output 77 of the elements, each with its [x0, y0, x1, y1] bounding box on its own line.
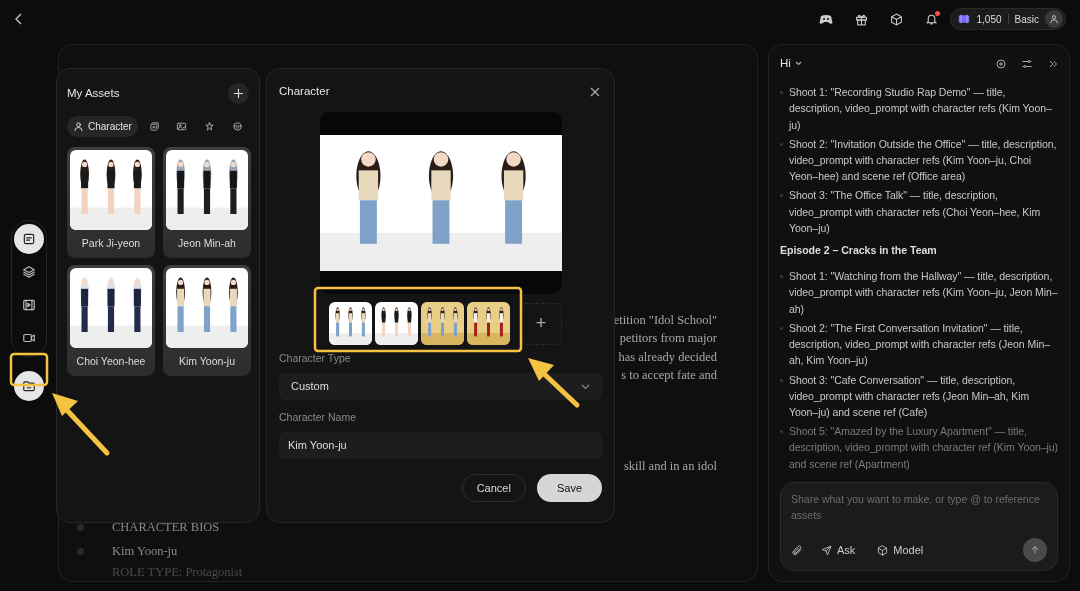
bell-icon[interactable] [924, 12, 938, 26]
filter-tab[interactable]: Character [67, 116, 138, 137]
face-outline-icon [231, 121, 243, 132]
list-item: Shoot 2: "The First Conversation Invitation" — title, description, video_prompt with character refs (Jeon Min–ah, Kim Yoon–ju) [789, 320, 1051, 369]
text-line: s to accept fate and [620, 367, 717, 385]
arrow-annotation [528, 358, 580, 408]
section-heading: Episode 2 – Cracks in the Team [780, 243, 938, 259]
character-card[interactable]: Park Ji-yeon [67, 147, 155, 258]
arrow-up-icon [1030, 545, 1040, 555]
character-name: Kim Yoon-ju [112, 542, 178, 560]
folder-icon [22, 378, 36, 393]
gift-icon[interactable] [854, 12, 868, 26]
star-icon [204, 121, 216, 132]
bullet-icon [780, 275, 783, 279]
cube-icon [877, 544, 889, 556]
bullet-icon [780, 378, 783, 382]
plan-label: Basic [1014, 12, 1039, 27]
role-line: ROLE TYPE: Protagonist [112, 564, 243, 581]
message-field[interactable]: Share what you want to make, or type @ to reference assets [791, 491, 1047, 527]
user-icon[interactable] [1045, 10, 1063, 28]
bullet-icon [780, 142, 783, 146]
chevron-down-icon [794, 61, 802, 67]
list-item: Shoot 5: "Amazed by the Luxury Apartment" — title, description, video_prompt with character ref (Kim Yoon–ju) and scene ref (Apartment) [789, 424, 1059, 472]
chevron-down-icon [581, 383, 590, 390]
rail-button[interactable] [14, 370, 44, 401]
field-label: Character Name [279, 410, 358, 425]
sliders-icon[interactable] [1021, 57, 1033, 70]
bullet-icon [780, 91, 783, 95]
rail-button[interactable] [14, 223, 44, 254]
list-item: Shoot 3: "Cafe Conversation" — title, description, video_prompt with character refs (Jeon Min–ah, Kim Yoon–ju) and scene ref (Cafe) [789, 372, 1031, 420]
new-chat-icon[interactable] [995, 57, 1007, 70]
bullet-icon [780, 194, 783, 198]
layers-icon [22, 264, 36, 279]
person-icon [73, 121, 84, 132]
list-item: Shoot 3: "The Office Talk" — title, description, video_prompt with character refs (Choi Yeon–hee, Kim Yoon–ju) [789, 188, 1042, 236]
image-icon [176, 121, 188, 132]
arrow-annotation [52, 393, 110, 456]
controller-icon[interactable] [818, 13, 833, 25]
action-button[interactable]: Model [873, 539, 928, 561]
text-line: skill and in an idol [623, 458, 717, 475]
list-item: Shoot 1: "Watching from the Hallway" — title, description, video_prompt with character refs (Kim Yoon–ju, Jeon Min–ah) [789, 269, 1059, 317]
message-box[interactable]: Share what you want to make, or type @ to reference assets Ask Model [780, 482, 1058, 571]
add-button[interactable] [228, 83, 249, 104]
list-item: Shoot 2: "Invitation Outside the Office" — title, description, video_prompt with character refs (Kim Yoon–ju, Choi Yeon–hee) and scene ref (Office area) [789, 136, 1058, 185]
film-icon [22, 297, 36, 312]
field-label: Character Type [279, 351, 352, 367]
credits-pill[interactable]: 1,050 Basic [949, 8, 1066, 30]
plus-icon [234, 89, 243, 98]
save-button[interactable]: Save [536, 473, 602, 502]
send-icon [821, 544, 832, 556]
document-icon [22, 231, 36, 246]
bullet-icon [780, 430, 783, 434]
bullet-icon [77, 523, 84, 531]
dialog-title: Character [279, 84, 330, 99]
ticket-icon [956, 13, 971, 25]
bullet-icon [77, 547, 84, 555]
text-line: petitors from major [618, 330, 717, 348]
add-copy-icon [148, 121, 160, 132]
list-item: Shoot 1: "Recording Studio Rap Demo" — title, description, video_prompt with character refs (Kim Yoon–ju) [789, 85, 1053, 133]
panel-title: My Assets [67, 85, 120, 101]
action-button[interactable]: Ask [817, 539, 860, 561]
paperclip-icon[interactable] [791, 544, 803, 556]
text-line: etition "Idol School" [613, 312, 717, 329]
section-heading: CHARACTER BIOS [112, 518, 220, 536]
send-button[interactable] [1023, 538, 1047, 562]
cube-icon[interactable] [889, 12, 903, 26]
chat-title-dropdown[interactable]: Hi [780, 55, 802, 73]
character-card[interactable]: Choi Yeon-hee [67, 265, 155, 376]
back-button[interactable] [14, 13, 24, 25]
character-card[interactable]: Jeon Min-ah [163, 147, 251, 258]
type-dropdown[interactable]: Custom [279, 373, 602, 400]
text-line: has already decided [617, 348, 717, 366]
credit-count: 1,050 [976, 12, 1002, 27]
name-field[interactable]: Kim Yoon-ju [279, 431, 602, 459]
bullet-icon [780, 326, 783, 330]
highlight-frame [9, 352, 49, 387]
character-card[interactable]: Kim Yoon-ju [163, 265, 251, 376]
